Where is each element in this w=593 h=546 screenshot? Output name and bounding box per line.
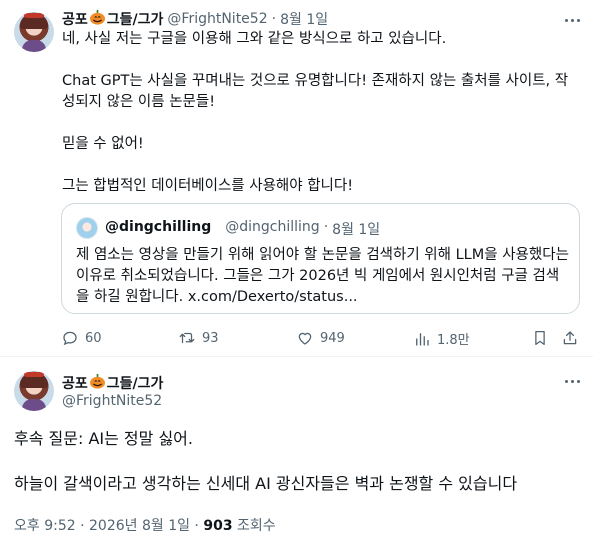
tweet-date[interactable]: 8월 1일 xyxy=(280,9,328,29)
author-name-part2[interactable]: 그들/그가 xyxy=(107,12,164,28)
tweet-paragraph-2: Chat GPT는 사실을 꾸며내는 것으로 유명합니다! 존재하지 않는 출처… xyxy=(62,73,569,110)
bookmark-icon xyxy=(535,330,545,346)
bookmark-button[interactable] xyxy=(531,329,549,347)
pumpkin-icon xyxy=(89,374,105,389)
tweet-paragraph-3: 믿을 수 없어! xyxy=(62,136,144,152)
avatar-body xyxy=(22,399,46,411)
tweet2-timestamp[interactable]: 오후 9:52 · 2026년 8월 1일 · xyxy=(14,518,203,534)
quoted-date[interactable]: 8월 1일 xyxy=(332,219,380,239)
avatar[interactable] xyxy=(14,12,54,52)
reply-icon xyxy=(63,331,77,346)
tweet2-view-count: 903 xyxy=(203,518,233,534)
quoted-author-name[interactable]: @dingchilling xyxy=(105,219,211,239)
quoted-header: @dingchilling @dingchilling · 8월 1일 xyxy=(105,219,380,239)
tweet-main[interactable]: 공포 그들/그가 @FrightNite52 · 8월 1일 네, 사실 저는 구… xyxy=(0,0,593,357)
views-button[interactable]: 1.8만 xyxy=(413,329,470,348)
quoted-avatar[interactable] xyxy=(76,217,98,239)
action-bar: 60 93 949 1.8만 xyxy=(61,329,580,349)
like-count: 949 xyxy=(320,330,345,346)
retweet-button[interactable]: 93 xyxy=(178,329,219,347)
quoted-author-handle[interactable]: @dingchilling xyxy=(225,219,319,239)
reply-count: 60 xyxy=(85,330,102,346)
quoted-text: 제 염소는 영상을 만들기 위해 읽어야 할 논문을 검색하기 위해 LLM을 … xyxy=(76,247,569,305)
retweet-icon xyxy=(179,332,195,344)
more-icon[interactable] xyxy=(562,10,582,30)
avatar[interactable] xyxy=(14,371,54,411)
tweet2-view-label: 조회수 xyxy=(232,518,276,534)
share-icon xyxy=(563,331,577,345)
author-name-part1[interactable]: 공포 xyxy=(62,12,88,28)
tweet-paragraph-4: 그는 합법적인 데이터베이스를 사용해야 합니다! xyxy=(62,178,354,194)
author-handle[interactable]: @FrightNite52 xyxy=(62,393,162,409)
share-button[interactable] xyxy=(561,329,579,347)
quoted-tweet[interactable]: @dingchilling @dingchilling · 8월 1일 제 염소… xyxy=(61,203,580,314)
tweet2-line-1: 후속 질문: AI는 정말 싫어. xyxy=(14,429,193,448)
author-name-part2[interactable]: 그들/그가 xyxy=(107,376,164,392)
views-icon xyxy=(416,332,429,346)
author-name[interactable]: 공포 그들/그가 xyxy=(62,373,163,393)
like-button[interactable]: 949 xyxy=(296,329,345,347)
tweet2-header: 공포 그들/그가 xyxy=(62,373,163,393)
avatar-crown xyxy=(24,13,44,18)
author-name-part1[interactable]: 공포 xyxy=(62,376,88,392)
tweet2-line-2: 하늘이 갈색이라고 생각하는 신세대 AI 광신자들은 벽과 논쟁할 수 있습니… xyxy=(14,474,518,493)
quoted-separator-dot: · xyxy=(323,219,329,235)
like-icon xyxy=(298,332,312,345)
author-handle[interactable]: @FrightNite52 xyxy=(167,11,267,27)
retweet-count: 93 xyxy=(202,330,219,346)
tweet-paragraph-1: 네, 사실 저는 구글을 이용해 그와 같은 방식으로 하고 있습니다. xyxy=(62,31,447,47)
tweet2-meta: 오후 9:52 · 2026년 8월 1일 · 903 조회수 xyxy=(14,515,276,535)
views-count: 1.8만 xyxy=(437,333,470,348)
avatar-body xyxy=(22,40,46,52)
more-icon[interactable] xyxy=(562,371,582,391)
author-name[interactable]: 공포 그들/그가 xyxy=(62,9,163,29)
reply-button[interactable]: 60 xyxy=(61,329,102,347)
avatar-crown xyxy=(24,372,44,377)
pumpkin-icon xyxy=(89,10,105,25)
tweet-header: 공포 그들/그가 @FrightNite52 · 8월 1일 xyxy=(62,9,328,29)
separator-dot: · xyxy=(271,11,277,27)
